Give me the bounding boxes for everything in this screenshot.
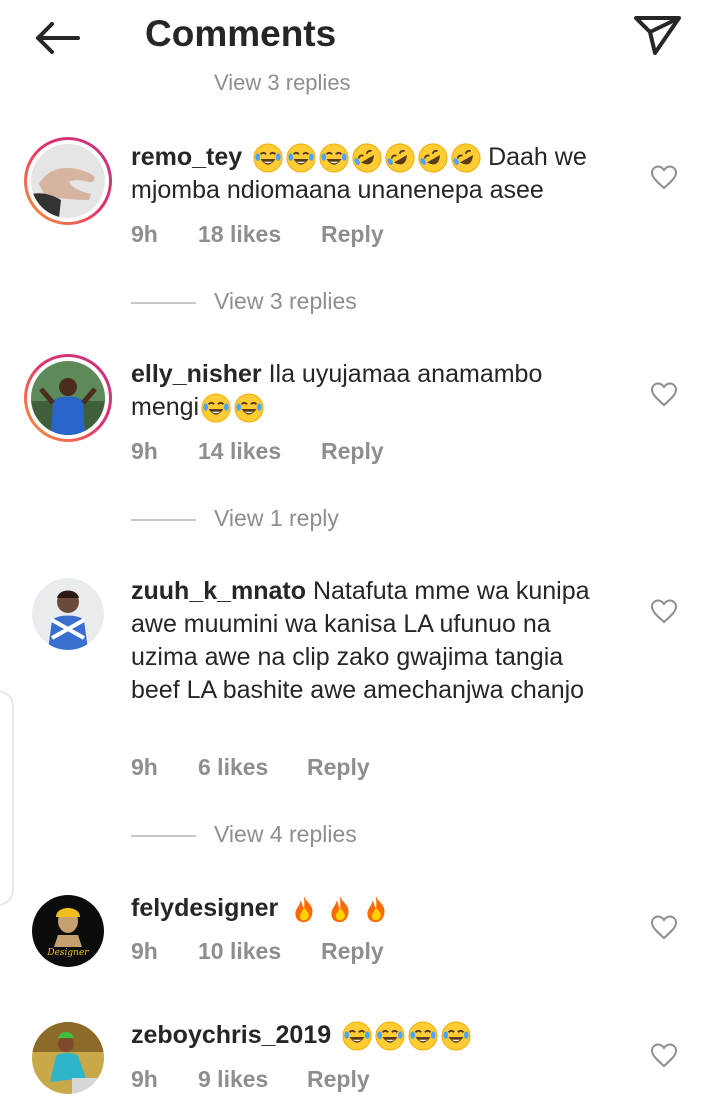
emoji-group: [201, 393, 264, 423]
view-replies-button[interactable]: View 1 reply: [131, 505, 431, 535]
emoji-group: [342, 1021, 471, 1051]
comments-header: Comments: [0, 0, 720, 72]
fire-emoji-icon: [289, 894, 319, 924]
comment-username[interactable]: elly_nisher: [131, 360, 262, 388]
rofl-emoji-icon: [352, 143, 382, 173]
avatar[interactable]: [31, 144, 105, 218]
reply-button[interactable]: Reply: [307, 1066, 370, 1093]
comment-time: 9h: [131, 754, 158, 780]
comment-text: felydesigner: [131, 892, 611, 925]
like-button[interactable]: [650, 381, 678, 407]
comment-text: elly_nisher Ila uyujamaa anamambo mengi: [131, 358, 611, 424]
avatar[interactable]: [32, 1022, 104, 1094]
laughing-emoji-icon: [342, 1021, 372, 1051]
like-button[interactable]: [650, 164, 678, 190]
view-replies-partial[interactable]: View 3 replies: [214, 70, 351, 96]
replies-divider: [131, 835, 196, 837]
laughing-emoji-icon: [441, 1021, 471, 1051]
heart-icon: [650, 914, 678, 940]
comment-likes[interactable]: 6 likes: [198, 754, 268, 781]
comment-username[interactable]: zeboychris_2019: [131, 1021, 331, 1049]
like-button[interactable]: [650, 598, 678, 624]
avatar[interactable]: [32, 578, 104, 650]
svg-text:Designer: Designer: [46, 948, 89, 958]
view-replies-label: View 4 replies: [214, 821, 357, 847]
arrow-left-icon: [36, 22, 80, 54]
laughing-emoji-icon: [375, 1021, 405, 1051]
view-replies-label: View 1 reply: [214, 505, 339, 531]
fire-emoji-icon: [325, 894, 355, 924]
laughing-emoji-icon: [408, 1021, 438, 1051]
emoji-group: [289, 894, 391, 924]
comment-username[interactable]: felydesigner: [131, 894, 278, 922]
comment-text: zeboychris_2019: [131, 1019, 611, 1052]
comment-text: zuuh_k_mnato Natafuta mme wa kunipa awe …: [131, 575, 611, 707]
replies-divider: [131, 519, 196, 521]
rofl-emoji-icon: [385, 143, 415, 173]
emoji-group: [253, 143, 481, 173]
reply-button[interactable]: Reply: [321, 938, 384, 965]
view-replies-label: View 3 replies: [214, 288, 357, 314]
comment-likes[interactable]: 9 likes: [198, 1066, 268, 1093]
heart-icon: [650, 164, 678, 190]
back-button[interactable]: [30, 14, 84, 62]
rofl-emoji-icon: [418, 143, 448, 173]
comment-text: remo_tey Daah we mjomba ndiomaana unanen…: [131, 141, 611, 207]
replies-divider: [131, 302, 196, 304]
laughing-emoji-icon: [253, 143, 283, 173]
reply-button[interactable]: Reply: [307, 754, 370, 781]
edge-panel-handle[interactable]: [0, 690, 14, 906]
share-button[interactable]: [630, 10, 684, 58]
comment-time: 9h: [131, 1066, 158, 1092]
reply-button[interactable]: Reply: [321, 438, 384, 465]
heart-icon: [650, 598, 678, 624]
laughing-emoji-icon: [286, 143, 316, 173]
heart-icon: [650, 381, 678, 407]
comment-username[interactable]: remo_tey: [131, 143, 242, 171]
comment-likes[interactable]: 10 likes: [198, 938, 281, 965]
laughing-emoji-icon: [234, 393, 264, 423]
page-title: Comments: [145, 13, 337, 54]
like-button[interactable]: [650, 914, 678, 940]
reply-button[interactable]: Reply: [321, 221, 384, 248]
comment-likes[interactable]: 14 likes: [198, 438, 281, 465]
avatar[interactable]: [31, 361, 105, 435]
comment-time: 9h: [131, 221, 158, 247]
like-button[interactable]: [650, 1042, 678, 1068]
view-replies-button[interactable]: View 4 replies: [131, 821, 431, 851]
laughing-emoji-icon: [201, 393, 231, 423]
comment-likes[interactable]: 18 likes: [198, 221, 281, 248]
fire-emoji-icon: [361, 894, 391, 924]
comment-time: 9h: [131, 438, 158, 464]
comment-time: 9h: [131, 938, 158, 964]
heart-icon: [650, 1042, 678, 1068]
comment-username[interactable]: zuuh_k_mnato: [131, 577, 306, 605]
avatar[interactable]: Designer: [32, 895, 104, 967]
rofl-emoji-icon: [451, 143, 481, 173]
paper-plane-icon: [634, 16, 681, 55]
view-replies-button[interactable]: View 3 replies: [131, 288, 431, 318]
laughing-emoji-icon: [319, 143, 349, 173]
